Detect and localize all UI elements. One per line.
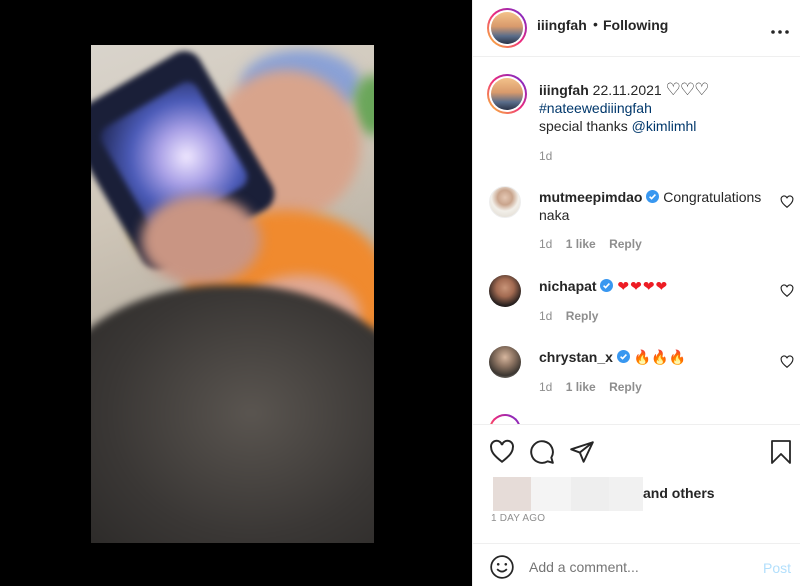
comment-username[interactable]: nichapat xyxy=(539,278,597,294)
caption-hearts: ♡♡♡ xyxy=(665,80,710,99)
smiley-icon[interactable] xyxy=(489,554,515,580)
comment-time[interactable]: 1d xyxy=(539,309,552,323)
comment-username[interactable]: mutmeepimdao xyxy=(539,189,642,205)
caption-hashtag[interactable]: #nateewediiingfah xyxy=(539,100,652,116)
comment-body: chrystan_x 🔥🔥🔥 xyxy=(539,348,769,366)
paper-plane-icon[interactable] xyxy=(569,439,595,465)
reply-button[interactable]: Reply xyxy=(566,309,599,323)
reply-button[interactable]: Reply xyxy=(609,380,642,394)
post-header: iiingfah • Following xyxy=(473,0,800,57)
ellipsis-icon[interactable] xyxy=(770,22,790,34)
caption-text: iiingfah 22.11.2021 ♡♡♡ #nateewediiingfa… xyxy=(539,81,789,135)
comment-body: nichapat ❤❤❤❤ xyxy=(539,277,769,295)
liked-by-avatar[interactable] xyxy=(493,477,531,511)
bookmark-icon[interactable] xyxy=(769,439,793,465)
comment-likes[interactable]: 1 like xyxy=(566,380,596,394)
caption-avatar-ring[interactable] xyxy=(487,74,527,114)
media-panel xyxy=(0,0,472,586)
video-blur-fingers xyxy=(141,195,261,285)
comment-time[interactable]: 1d xyxy=(539,237,552,251)
author-username[interactable]: iiingfah xyxy=(537,17,587,33)
comment-composer: Post xyxy=(473,543,800,586)
post-comment-button[interactable]: Post xyxy=(763,560,791,576)
next-commenter-avatar-partial xyxy=(489,414,521,424)
commenter-avatar[interactable] xyxy=(489,275,521,307)
post-video[interactable] xyxy=(91,45,374,543)
caption-avatar[interactable] xyxy=(491,78,523,110)
author-avatar[interactable] xyxy=(491,12,523,44)
video-blur-hair xyxy=(91,285,374,543)
caption-mention[interactable]: @kimlimhl xyxy=(632,118,697,134)
comment-time[interactable]: 1d xyxy=(539,380,552,394)
comment-text: Congratulations xyxy=(663,189,762,205)
verified-badge-icon xyxy=(600,278,614,292)
liked-by-avatar[interactable] xyxy=(531,477,571,511)
commenter-avatar[interactable] xyxy=(489,186,521,218)
comment-text: 🔥🔥🔥 xyxy=(633,349,687,365)
liked-by-avatar[interactable] xyxy=(609,477,643,511)
comment-text-continued: naka xyxy=(539,207,570,223)
caption-date: 22.11.2021 xyxy=(592,82,662,98)
verified-badge-icon xyxy=(646,189,660,203)
commenter-avatar[interactable] xyxy=(489,346,521,378)
comment-meta: 1d Reply xyxy=(539,309,598,323)
comment-meta: 1d 1 like Reply xyxy=(539,380,642,394)
caption-text-prefix: special thanks xyxy=(539,118,628,134)
verified-badge-icon xyxy=(616,349,630,363)
author-avatar-ring[interactable] xyxy=(487,8,527,48)
caption-time[interactable]: 1d xyxy=(539,149,552,163)
follow-separator: • xyxy=(593,16,598,32)
heart-icon[interactable] xyxy=(489,439,515,465)
caption-username[interactable]: iiingfah xyxy=(539,82,589,98)
following-button[interactable]: Following xyxy=(603,17,668,33)
comment-body: mutmeepimdao Congratulations naka xyxy=(539,188,769,224)
comment-text: ❤❤❤❤ xyxy=(617,278,669,294)
comment-meta: 1d 1 like Reply xyxy=(539,237,642,251)
comment-bubble-icon[interactable] xyxy=(529,439,555,465)
comment-username[interactable]: chrystan_x xyxy=(539,349,613,365)
action-section: and others 1 DAY AGO Post xyxy=(473,424,800,586)
comment-like-heart-icon[interactable] xyxy=(780,355,794,369)
reply-button[interactable]: Reply xyxy=(609,237,642,251)
comment-likes[interactable]: 1 like xyxy=(566,237,596,251)
comment-input[interactable] xyxy=(529,556,729,578)
liked-by-avatar[interactable] xyxy=(571,477,609,511)
comment-like-heart-icon[interactable] xyxy=(780,195,794,209)
comment-like-heart-icon[interactable] xyxy=(780,284,794,298)
liked-by-others-link[interactable]: and others xyxy=(643,485,715,501)
post-details-panel: iiingfah • Following iiingfah 22.11.2021… xyxy=(472,0,800,586)
post-timestamp[interactable]: 1 DAY AGO xyxy=(491,513,545,524)
